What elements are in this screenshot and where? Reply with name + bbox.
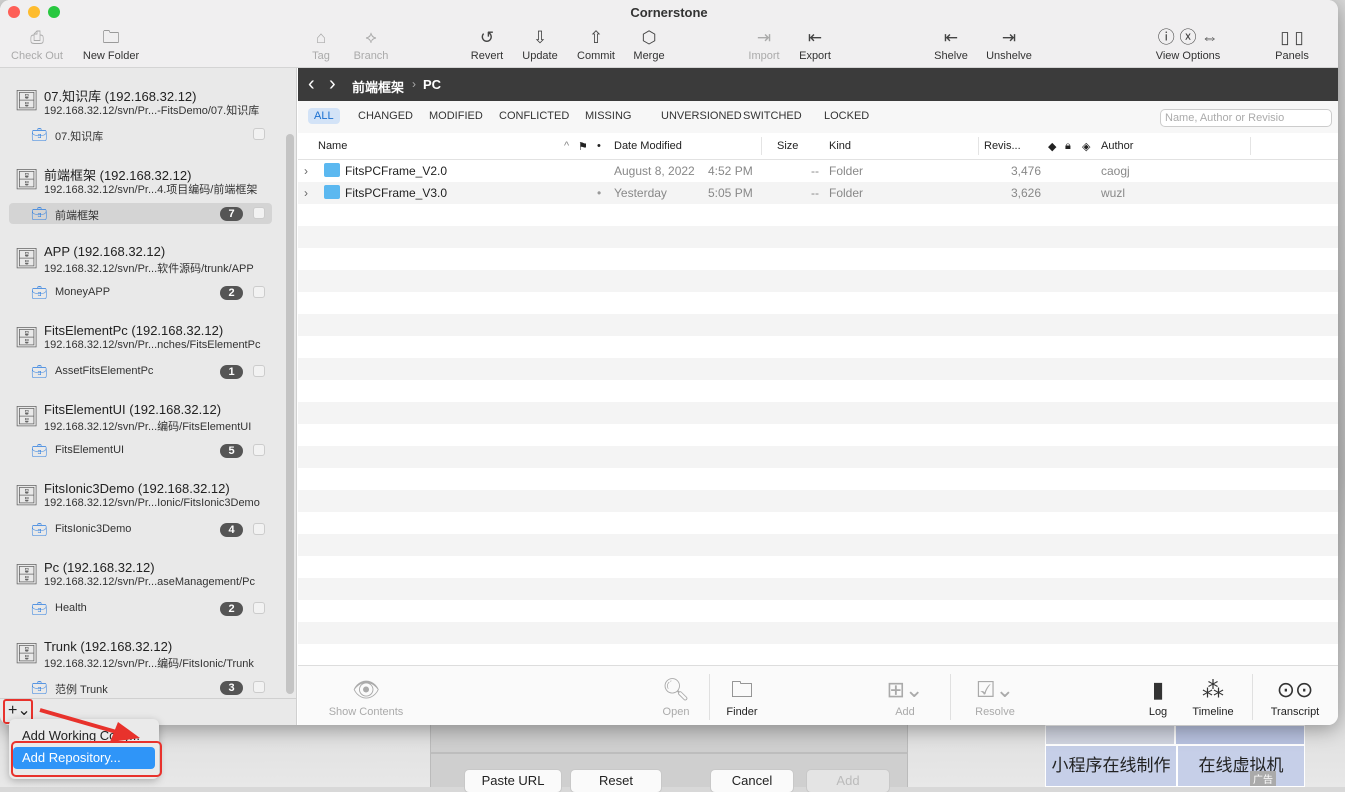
annotation-arrow xyxy=(39,708,140,742)
